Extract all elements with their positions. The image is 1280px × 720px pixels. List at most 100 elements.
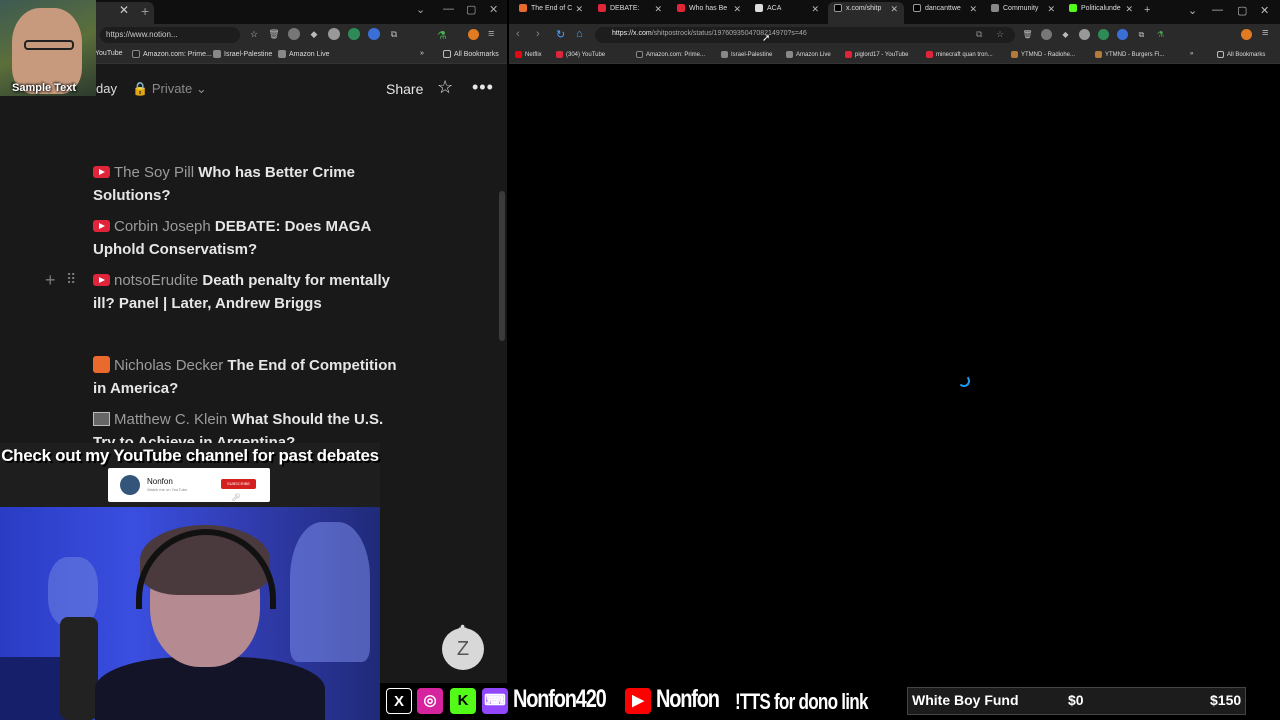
puzzle-icon[interactable]: ⧉	[388, 28, 400, 40]
subscribe-button: SUBSCRIBE	[221, 479, 256, 489]
tts-text: !TTS for dono link	[735, 689, 869, 714]
page-title[interactable]: day	[96, 81, 117, 96]
channel-name: Nonfon	[147, 477, 173, 486]
youtube-icon	[93, 274, 110, 286]
list-item[interactable]: Corbin Joseph DEBATE: Does MAGA Uphold C…	[93, 215, 405, 261]
bookmark-item[interactable]: YouTube	[95, 50, 123, 57]
mouse-cursor-icon: ➚	[231, 490, 242, 504]
extension-icon[interactable]	[1117, 29, 1128, 40]
labs-icon[interactable]: ⚗	[437, 29, 447, 42]
forward-icon[interactable]: ›	[536, 28, 540, 40]
tab-active[interactable]: x.com/shitp ✕	[834, 4, 898, 20]
delete-icon[interactable]: 🗑	[268, 28, 280, 40]
all-bookmarks[interactable]: All Bookmarks	[1217, 51, 1265, 58]
right-extension-icons: 🗑 ◆ ⧉ ⚗	[1022, 29, 1166, 40]
extension-icon[interactable]	[1079, 29, 1090, 40]
more-bookmarks-icon[interactable]: »	[1190, 51, 1193, 57]
x-logo-icon: X	[386, 688, 412, 714]
article-icon	[93, 412, 110, 426]
goal-target: $150	[1210, 692, 1242, 708]
youtube-icon: ▶	[625, 688, 651, 714]
entry-source: Nicholas Decker	[114, 357, 224, 374]
menu-icon[interactable]: ≡	[488, 28, 494, 40]
tab[interactable]: ACA ✕	[755, 4, 819, 20]
glasses	[24, 40, 74, 50]
goal-current: $0	[1068, 692, 1084, 708]
tab[interactable]: DEBATE: ✕	[598, 4, 662, 20]
twitch-icon: ⌨	[482, 688, 508, 714]
extension-icon[interactable]	[288, 28, 300, 40]
maximize-icon[interactable]: ▢	[466, 3, 476, 16]
youtube-icon	[93, 220, 110, 232]
all-bookmarks[interactable]: All Bookmarks	[443, 50, 499, 58]
tab[interactable]: The End of C ✕	[519, 4, 583, 20]
open-in-app-icon[interactable]: ⧉	[976, 29, 982, 40]
more-bookmarks-icon[interactable]: »	[420, 50, 424, 57]
drag-handle-icon[interactable]: ⠿	[66, 271, 76, 288]
bookmark-item[interactable]: Israel-Palestine	[213, 50, 272, 58]
right-url[interactable]: https://x.com/shitpostrock/status/197609…	[612, 30, 807, 37]
list-item[interactable]: notsoErudite Death penalty for mentally …	[93, 269, 405, 315]
tab-search-icon[interactable]: ⌄	[416, 3, 425, 16]
extension-icon[interactable]	[1041, 29, 1052, 40]
bookmark-item[interactable]: Amazon Live	[278, 50, 329, 58]
add-block-icon[interactable]: +	[45, 270, 56, 291]
close-window-icon[interactable]: ✕	[489, 3, 498, 16]
puzzle-icon[interactable]: ⧉	[1136, 29, 1147, 40]
channel-avatar	[120, 475, 140, 495]
youtube-username: Nonfon	[656, 685, 720, 713]
more-options-icon[interactable]: •••	[472, 77, 494, 98]
profile-avatar[interactable]	[468, 29, 479, 40]
profile-avatar[interactable]	[1241, 29, 1252, 40]
delete-icon[interactable]: 🗑	[1022, 29, 1033, 40]
maximize-icon[interactable]: ▢	[1237, 4, 1247, 17]
tab-search-icon[interactable]: ⌄	[1188, 4, 1197, 17]
entry-source: notsoErudite	[114, 272, 199, 289]
bookmark-icon[interactable]: ☆	[996, 29, 1004, 40]
privacy-selector[interactable]: 🔒 Private ⌄	[132, 81, 207, 97]
labs-icon[interactable]: ⚗	[1155, 29, 1166, 40]
bookmark-item[interactable]: Amazon Live	[786, 51, 831, 58]
left-url: https://www.notion...	[106, 30, 178, 39]
new-tab-icon[interactable]: +	[141, 3, 149, 19]
tab[interactable]: Who has Be ✕	[677, 4, 741, 20]
bot-mascot-icon: Z	[442, 628, 484, 670]
instagram-icon: ◎	[417, 688, 443, 714]
bookmark-item[interactable]: (304) YouTube	[556, 51, 605, 58]
bookmark-item[interactable]: Amazon.com: Prime...	[636, 51, 705, 58]
bookmark-item[interactable]: Netflix	[515, 51, 542, 58]
bookmark-icon[interactable]: ☆	[248, 28, 260, 40]
extension-icon[interactable]: ◆	[1060, 29, 1071, 40]
home-icon[interactable]: ⌂	[576, 28, 583, 40]
list-item[interactable]: The Soy Pill Who has Better Crime Soluti…	[93, 161, 405, 207]
extension-icon[interactable]	[1098, 29, 1109, 40]
bookmark-item[interactable]: YTMND - Burgers Fl...	[1095, 51, 1164, 58]
bookmark-item[interactable]: YTMND - Radiohe...	[1011, 51, 1075, 58]
microphone	[60, 617, 98, 720]
left-address-bar[interactable]: https://www.notion...	[100, 27, 240, 43]
share-button[interactable]: Share	[386, 81, 423, 97]
close-tab-icon[interactable]: ✕	[119, 3, 129, 17]
bookmark-item[interactable]: minecraft quan tron...	[926, 51, 993, 58]
extension-icon[interactable]	[348, 28, 360, 40]
list-item[interactable]: Nicholas Decker The End of Competition i…	[93, 354, 405, 400]
tab[interactable]: dancanttwe ✕	[913, 4, 977, 20]
tab[interactable]: Community ✕	[991, 4, 1055, 20]
bookmark-item[interactable]: Amazon.com: Prime...	[132, 50, 212, 58]
extension-icon[interactable]: ◆	[308, 28, 320, 40]
minimize-icon[interactable]: —	[1212, 4, 1223, 16]
reload-icon[interactable]: ↻	[556, 28, 565, 41]
minimize-icon[interactable]: —	[443, 3, 454, 15]
extension-icon[interactable]	[328, 28, 340, 40]
bookmark-item[interactable]: Israel-Palestine	[721, 51, 772, 58]
menu-icon[interactable]: ≡	[1262, 27, 1268, 39]
star-icon[interactable]: ☆	[437, 77, 453, 98]
back-icon[interactable]: ‹	[516, 28, 520, 40]
close-window-icon[interactable]: ✕	[1260, 4, 1269, 17]
entry-source: The Soy Pill	[114, 164, 195, 181]
scrollbar[interactable]	[499, 191, 505, 341]
extension-icon[interactable]	[368, 28, 380, 40]
bookmark-item[interactable]: piglord17 - YouTube	[845, 51, 909, 58]
new-tab-icon[interactable]: +	[1144, 4, 1150, 16]
tab[interactable]: Politicalunde ✕	[1069, 4, 1133, 20]
